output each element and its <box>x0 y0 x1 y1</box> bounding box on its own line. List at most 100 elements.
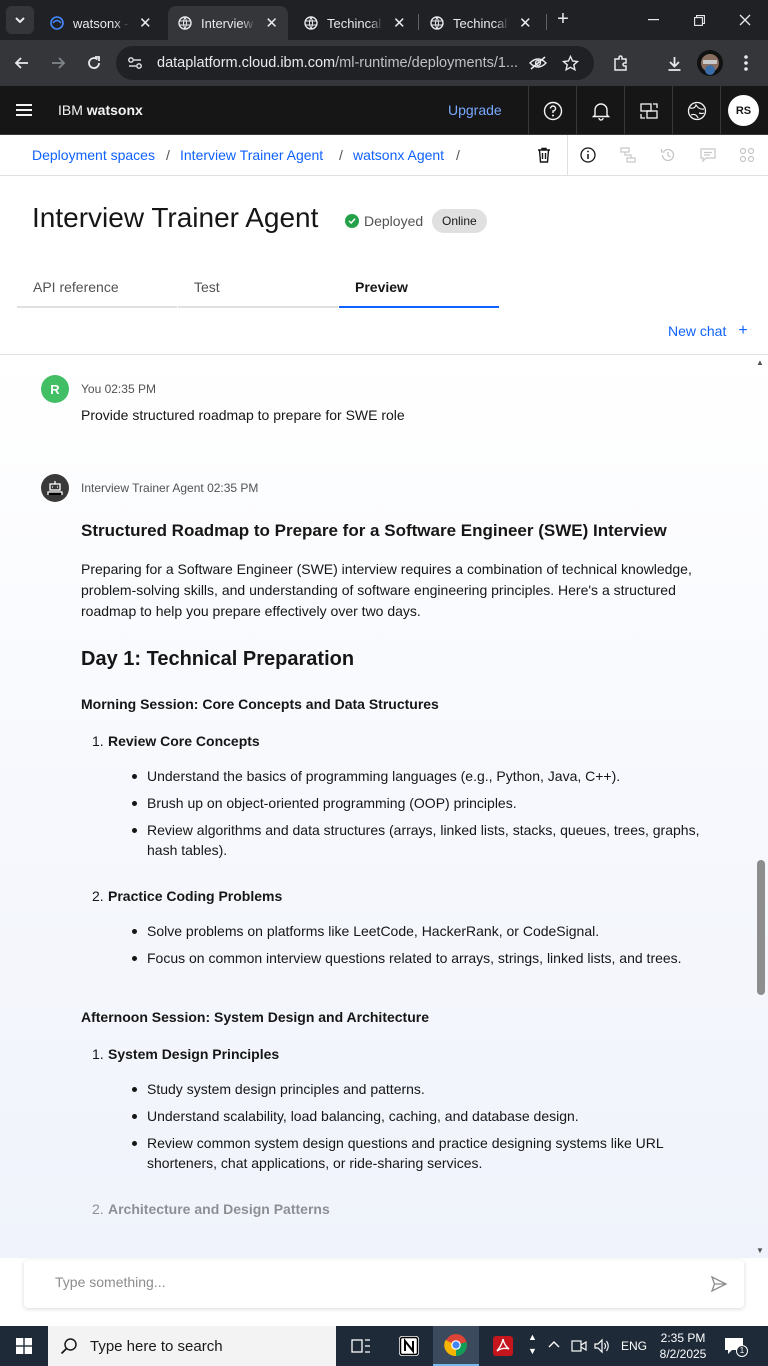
acrobat-app-button[interactable] <box>480 1326 526 1366</box>
user-message-text: Provide structured roadmap to prepare fo… <box>81 407 405 423</box>
reload-icon <box>88 56 100 69</box>
browser-tab-title: Interview Trainer Agent <box>201 15 255 31</box>
list-number: 1. <box>92 1046 104 1062</box>
taskbar-clock[interactable]: 2:35 PM 8/2/2025 <box>655 1330 711 1362</box>
tab-preview[interactable]: Preview <box>339 270 499 308</box>
info-icon[interactable] <box>578 145 598 165</box>
overflow-scroll-arrows-icon[interactable]: ▲ ▼ <box>528 1330 537 1358</box>
taskbar-search[interactable]: Type here to search <box>48 1326 336 1366</box>
start-button[interactable] <box>0 1326 48 1366</box>
close-tab-icon[interactable]: ✕ <box>393 14 406 32</box>
switcher-button[interactable] <box>624 86 672 135</box>
hamburger-menu-icon[interactable] <box>16 104 32 116</box>
bookmark-star-icon[interactable] <box>560 53 580 73</box>
upgrade-link[interactable]: Upgrade <box>448 102 502 118</box>
close-tab-icon[interactable]: ✕ <box>519 14 532 32</box>
extensions-button[interactable] <box>605 48 635 78</box>
back-button[interactable] <box>7 48 37 78</box>
url-path: /ml-runtime/deployments/1... <box>335 55 517 71</box>
forward-button[interactable] <box>43 48 73 78</box>
site-info-icon[interactable] <box>126 54 144 72</box>
brand-logo[interactable]: IBM watsonx <box>58 102 143 118</box>
status-badge: Online <box>432 209 487 233</box>
robot-icon <box>47 481 63 495</box>
close-window-button[interactable] <box>722 0 768 40</box>
ibm-cloud-favicon-icon <box>304 16 318 30</box>
url-text: dataplatform.cloud.ibm.com/ml-runtime/de… <box>157 55 517 71</box>
agent-avatar <box>41 474 69 502</box>
browser-menu-button[interactable] <box>731 48 761 78</box>
close-tab-icon[interactable]: ✕ <box>139 14 152 32</box>
region-button[interactable] <box>672 86 720 135</box>
switch-account-icon <box>639 102 658 119</box>
minimize-button[interactable] <box>630 0 676 40</box>
list-number: 2. <box>92 888 104 904</box>
downloads-button[interactable] <box>659 48 689 78</box>
afternoon-session-heading: Afternoon Session: System Design and Arc… <box>81 1009 429 1025</box>
list-number: 2. <box>92 1201 104 1217</box>
notifications-button[interactable] <box>576 86 624 135</box>
chrome-app-button[interactable] <box>433 1326 479 1366</box>
content-tabs: API reference Test Preview <box>17 270 499 308</box>
new-tab-button[interactable]: + <box>552 8 574 30</box>
list-item-title: Review Core Concepts <box>108 733 260 749</box>
search-icon <box>60 1338 77 1355</box>
browser-tab-interview-trainer[interactable]: Interview Trainer Agent ✕ <box>168 6 288 40</box>
trash-icon[interactable] <box>534 145 554 165</box>
language-indicator[interactable]: ENG <box>621 1339 647 1353</box>
flow-icon[interactable] <box>618 145 638 165</box>
apps-icon[interactable] <box>737 145 757 165</box>
scrollbar-thumb[interactable] <box>757 860 765 995</box>
browser-tab-technical-1[interactable]: Techincal Interview ✕ <box>294 6 416 40</box>
globe-icon <box>687 101 706 120</box>
bullet-item: Solve problems on platforms like LeetCod… <box>129 921 711 941</box>
notion-app-button[interactable] <box>386 1326 432 1366</box>
watsonx-favicon-icon <box>50 16 64 30</box>
scroll-up-arrow-icon[interactable]: ▲ <box>756 358 764 367</box>
chat-scrollbar[interactable] <box>754 354 768 1258</box>
volume-icon[interactable] <box>594 1338 610 1357</box>
chat-icon[interactable] <box>698 145 718 165</box>
reload-button[interactable] <box>79 48 109 78</box>
profile-button[interactable] <box>695 48 725 78</box>
task-view-button[interactable] <box>338 1326 384 1366</box>
notification-center-button[interactable]: 1 <box>724 1337 748 1358</box>
restore-button[interactable] <box>676 0 722 40</box>
app-header: IBM watsonx Upgrade <box>0 86 768 135</box>
arrow-left-icon <box>14 57 28 69</box>
close-tab-icon[interactable]: ✕ <box>265 14 278 32</box>
help-button[interactable] <box>528 86 576 135</box>
answer-intro: Preparing for a Software Engineer (SWE) … <box>81 561 692 619</box>
browser-tab-technical-2[interactable]: Techincal Interview ✕ <box>420 6 544 40</box>
page-title: Interview Trainer Agent <box>32 202 319 233</box>
bullet-item: Study system design principles and patte… <box>129 1079 711 1099</box>
close-icon <box>739 14 751 26</box>
bullet-item: Review algorithms and data structures (a… <box>129 820 711 860</box>
chevron-up-icon <box>548 1341 560 1348</box>
bullet-list: Understand the basics of programming lan… <box>129 766 711 860</box>
toolbar-divider <box>567 135 568 176</box>
tracking-protection-icon[interactable] <box>528 53 548 73</box>
breadcrumb-separator: / <box>166 147 170 163</box>
address-bar[interactable]: dataplatform.cloud.ibm.com/ml-runtime/de… <box>116 46 594 80</box>
plus-icon: + <box>738 322 748 339</box>
profile-avatar-icon <box>697 50 723 76</box>
tab-search-button[interactable] <box>6 6 34 34</box>
breadcrumb-separator: / <box>339 147 343 163</box>
breadcrumb-interview-trainer-agent[interactable]: Interview Trainer Agent <box>180 147 323 163</box>
show-hidden-icons-button[interactable] <box>547 1335 561 1358</box>
tab-test[interactable]: Test <box>178 270 338 308</box>
chat-input[interactable] <box>55 1274 655 1290</box>
send-icon[interactable] <box>710 1275 728 1293</box>
scroll-down-arrow-icon[interactable]: ▼ <box>756 1246 764 1255</box>
meet-now-icon[interactable] <box>571 1338 587 1357</box>
browser-tab-watsonx[interactable]: watsonx - IBM ✕ <box>40 6 164 40</box>
breadcrumb-watsonx-agent[interactable]: watsonx Agent <box>353 147 444 163</box>
tab-api-reference[interactable]: API reference <box>17 270 177 308</box>
history-icon[interactable] <box>658 145 678 165</box>
browser-tab-strip: watsonx - IBM ✕ Interview Trainer Agent … <box>0 0 768 40</box>
user-avatar[interactable]: RS <box>728 95 759 126</box>
new-chat-button[interactable]: New chat + <box>668 322 748 340</box>
breadcrumb-deployment-spaces[interactable]: Deployment spaces <box>32 147 155 163</box>
morning-list: 1. Review Core Concepts Understand the ba… <box>81 731 711 968</box>
